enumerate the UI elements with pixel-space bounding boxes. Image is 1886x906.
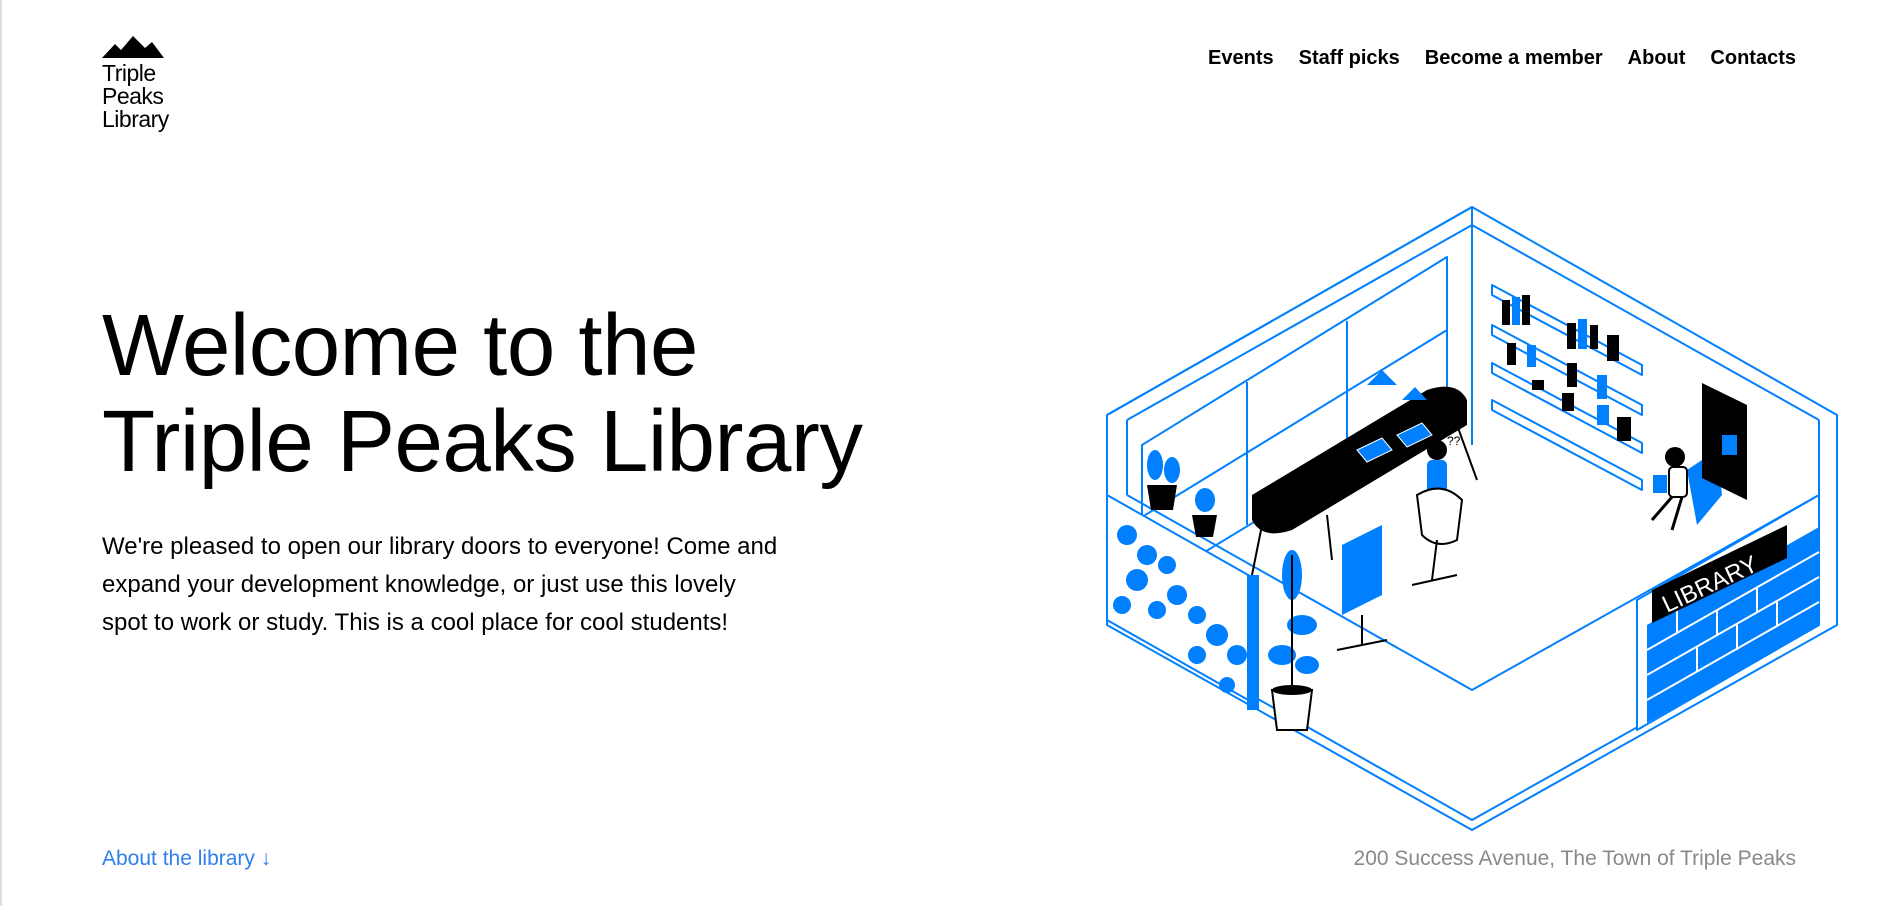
isometric-library-room-illustration: ?? LIBRARY <box>1106 206 1838 831</box>
svg-text:??: ?? <box>1447 434 1461 448</box>
hero-title-line: Triple Peaks Library <box>102 393 863 490</box>
main-navigation: Events Staff picks Become a member About… <box>1208 47 1796 70</box>
page: Triple Peaks Library Events Staff picks … <box>0 0 1886 906</box>
about-library-link[interactable]: About the library ↓ <box>102 847 271 871</box>
nav-link-about[interactable]: About <box>1628 47 1686 70</box>
hero-title-line: Welcome to the <box>102 297 698 394</box>
logo-line: Triple <box>102 60 156 86</box>
hero-description: We're pleased to open our library doors … <box>102 533 778 636</box>
logo-line: Peaks <box>102 83 164 109</box>
nav-link-staff-picks[interactable]: Staff picks <box>1299 47 1400 70</box>
address-text: 200 Success Avenue, The Town of Triple P… <box>1353 847 1796 870</box>
hero-title: Welcome to the Triple Peaks Library <box>102 298 922 490</box>
logo-line: Library <box>102 106 169 132</box>
nav-link-events[interactable]: Events <box>1208 47 1274 70</box>
logo-text: Triple Peaks Library <box>102 62 182 131</box>
nav-link-contacts[interactable]: Contacts <box>1710 47 1796 70</box>
logo-link[interactable]: Triple Peaks Library <box>102 36 182 131</box>
nav-link-become-a-member[interactable]: Become a member <box>1425 47 1603 70</box>
mountain-peaks-icon <box>102 36 164 58</box>
